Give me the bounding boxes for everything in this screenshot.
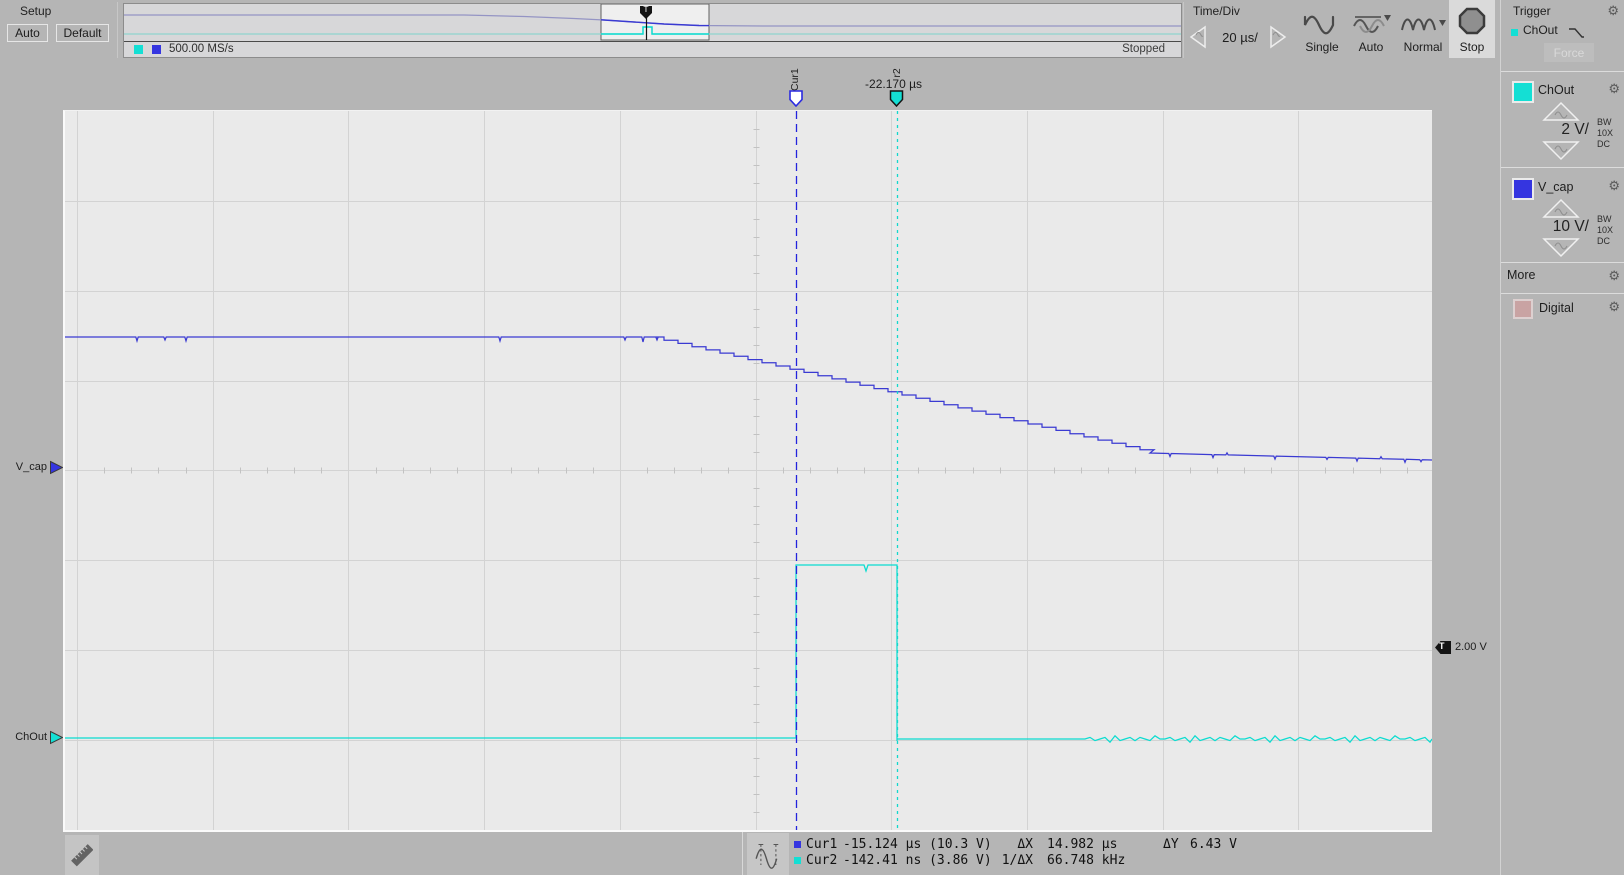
timebase-increase-button[interactable]: [1264, 24, 1290, 50]
cursor1-handle-icon[interactable]: [789, 90, 803, 107]
chout-zero-marker[interactable]: ChOut: [0, 730, 64, 746]
timebase-value[interactable]: 20 µs/: [1216, 30, 1264, 45]
scale-down-button[interactable]: [1541, 139, 1581, 161]
trigger-level-value: 2.00 V: [1455, 641, 1487, 653]
chout-arrow-icon: [50, 730, 64, 745]
gear-icon[interactable]: ⚙: [1608, 82, 1620, 95]
scale-up-button[interactable]: [1541, 101, 1581, 122]
timebase-label: Time/Div: [1193, 4, 1240, 18]
right-panel: Trigger ⚙ ChOut Force ChOut ⚙ 2 V/ BW 10…: [1500, 0, 1624, 875]
gear-icon[interactable]: ⚙: [1608, 179, 1620, 192]
acquisition-minimap[interactable]: T 500.00 MS/s Stopped: [123, 3, 1182, 58]
cursor2-readout-row: Cur2 -142.41 ns (3.86 V) 1/ΔX 66.748 kHz: [793, 853, 1624, 869]
volts-per-div[interactable]: 10 V/: [1501, 218, 1589, 236]
channel-enable-swatch[interactable]: [1512, 178, 1534, 200]
channel-badges: BW 10X DC: [1597, 117, 1614, 149]
channel-name: V_cap: [1538, 180, 1574, 194]
scale-down-button[interactable]: [1541, 236, 1581, 258]
cursor-tool-button[interactable]: [747, 833, 789, 875]
panel-separator: [1501, 167, 1624, 168]
cursor1-name-label: Cur1: [789, 68, 801, 91]
run-single-button[interactable]: Single: [1297, 4, 1347, 58]
run-normal-button[interactable]: Normal: [1395, 4, 1451, 58]
topbar-separator: [117, 2, 118, 58]
topbar-separator: [1183, 2, 1184, 58]
gear-icon[interactable]: ⚙: [1608, 300, 1620, 313]
run-auto-button[interactable]: Auto: [1347, 4, 1395, 58]
channel-section-chout: ChOut ⚙ 2 V/ BW 10X DC: [1501, 72, 1624, 167]
single-sweep-icon: [1303, 15, 1335, 35]
normal-sweep-icon: [1401, 18, 1446, 31]
cursor1-readout-row: Cur1 -15.124 µs (10.3 V) ΔX 14.982 µs ΔY…: [793, 837, 1624, 853]
bottom-bar: Cur1 -15.124 µs (10.3 V) ΔX 14.982 µs ΔY…: [0, 832, 1624, 875]
cursor1-bullet: [794, 841, 801, 848]
digital-enable-swatch[interactable]: [1513, 299, 1533, 319]
trigger-force-button[interactable]: Force: [1544, 43, 1594, 62]
channel-badges: BW 10X DC: [1597, 214, 1614, 246]
channel-section-vcap: V_cap ⚙ 10 V/ BW 10X DC: [1501, 169, 1624, 264]
digital-row[interactable]: Digital ⚙: [1501, 294, 1624, 322]
more-label: More: [1507, 268, 1536, 282]
scale-up-button[interactable]: [1541, 198, 1581, 219]
more-row[interactable]: More ⚙: [1501, 263, 1624, 291]
acquisition-status: Stopped: [1122, 43, 1165, 55]
chout-color-swatch: [134, 45, 143, 54]
vcap-zero-marker[interactable]: V_cap: [0, 460, 64, 476]
ruler-icon: [71, 844, 93, 867]
setup-default-button[interactable]: Default: [56, 24, 109, 42]
digital-label: Digital: [1539, 301, 1574, 315]
oscilloscope-app: Setup Auto Default T 500.00 MS/s Stopped…: [0, 0, 1624, 875]
stop-octagon-icon: [1458, 7, 1486, 35]
timebase-decrease-button[interactable]: [1186, 24, 1212, 50]
vcap-color-swatch: [152, 45, 161, 54]
channel-name: ChOut: [1538, 83, 1575, 97]
trigger-flag-letter: T: [1439, 641, 1445, 651]
cursor2-bullet: [794, 857, 801, 864]
falling-edge-icon: [1569, 28, 1584, 38]
setup-auto-button[interactable]: Auto: [7, 24, 48, 42]
minimap-trigger-flag-label: T: [643, 4, 649, 14]
cursor2-handle-icon[interactable]: [889, 90, 904, 107]
auto-sweep-icon: [1353, 15, 1391, 33]
gear-icon[interactable]: ⚙: [1608, 269, 1620, 282]
gear-icon[interactable]: ⚙: [1607, 4, 1619, 17]
volts-per-div[interactable]: 2 V/: [1501, 121, 1589, 139]
trigger-panel-title: Trigger: [1513, 4, 1551, 18]
trigger-source-label[interactable]: ChOut: [1523, 23, 1558, 37]
run-stop-button[interactable]: Stop: [1449, 0, 1495, 58]
vcap-arrow-icon: [50, 460, 64, 475]
setup-label: Setup: [20, 4, 52, 18]
trigger-source-swatch: [1511, 29, 1518, 36]
measure-tool-button[interactable]: [65, 835, 99, 875]
minimap-status-strip: 500.00 MS/s Stopped: [124, 41, 1181, 57]
channel-enable-swatch[interactable]: [1512, 81, 1534, 103]
plot-canvas-holder[interactable]: [63, 110, 1433, 832]
cursor-tool-icon: [755, 844, 779, 869]
sample-rate-label: 500.00 MS/s: [169, 43, 234, 55]
bottombar-separator: [742, 832, 743, 875]
trigger-level-marker[interactable]: T 2.00 V: [1434, 640, 1487, 656]
horizontal-offset-label: -22.170 µs: [830, 77, 922, 91]
